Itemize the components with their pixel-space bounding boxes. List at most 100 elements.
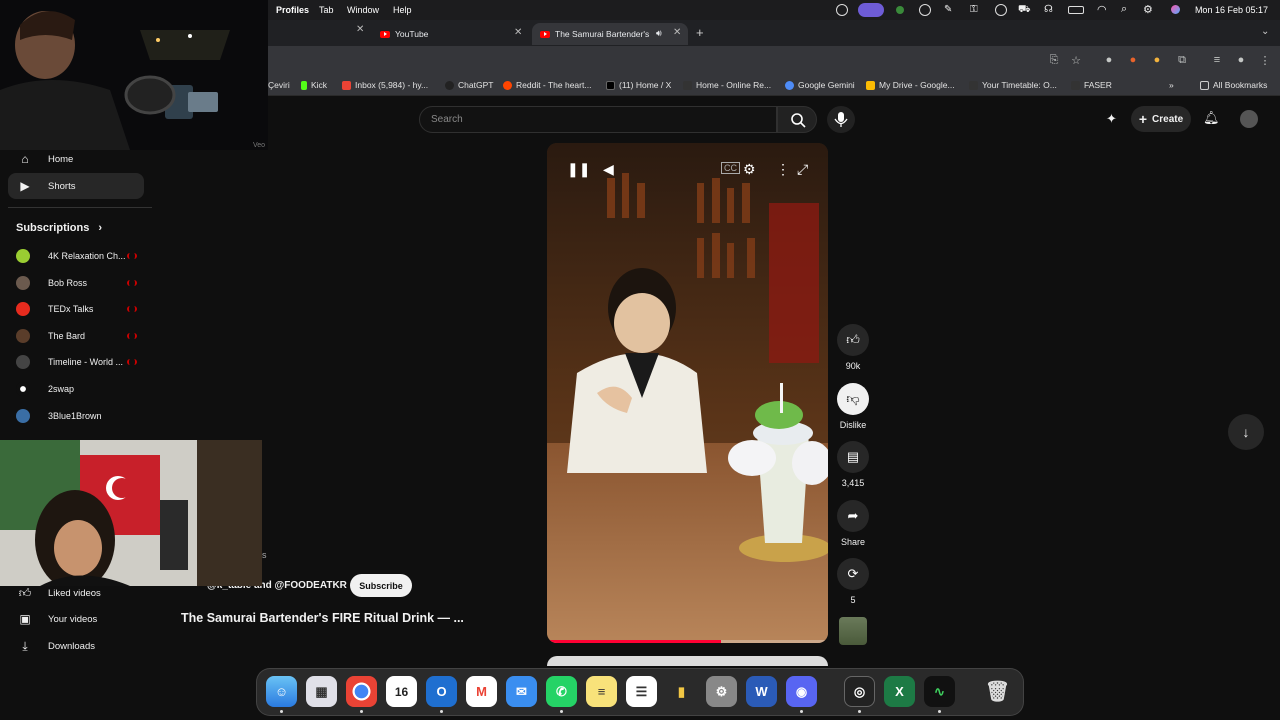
- bookmark-my-drive[interactable]: My Drive - Google...: [866, 80, 955, 90]
- word-icon[interactable]: W: [746, 676, 777, 707]
- subscription-item[interactable]: The Bard: [16, 326, 141, 346]
- bookmark-x-home[interactable]: (11) Home / X: [606, 80, 671, 90]
- tab-search-chevron-icon[interactable]: ⌄: [1261, 26, 1269, 37]
- status-dot-icon[interactable]: [896, 6, 904, 14]
- battery-icon[interactable]: [1068, 6, 1084, 14]
- gmail-icon[interactable]: M: [466, 676, 497, 707]
- bookmark-online-re[interactable]: Home - Online Re...: [683, 80, 771, 90]
- wifi-icon[interactable]: ◠: [1097, 3, 1107, 16]
- studio-icon[interactable]: ✦: [1106, 111, 1117, 127]
- short-title[interactable]: The Samurai Bartender's FIRE Ritual Drin…: [181, 611, 464, 625]
- tab-close-icon[interactable]: ✕: [673, 27, 681, 38]
- volume-icon[interactable]: ◀︎: [603, 161, 614, 178]
- numbers-icon[interactable]: ▮: [666, 676, 697, 707]
- sidebar-item-your-videos[interactable]: ▣ Your videos: [8, 606, 144, 632]
- headphones-icon[interactable]: ☊: [1044, 4, 1053, 15]
- mail-icon[interactable]: ✉: [506, 676, 537, 707]
- notifications-bell-icon[interactable]: 🔔︎: [1203, 110, 1220, 126]
- tab-close-icon[interactable]: ✕: [514, 27, 522, 38]
- new-tab-icon[interactable]: +: [696, 25, 704, 40]
- calendar-icon[interactable]: 16: [386, 676, 417, 707]
- bookmark-timetable[interactable]: Your Timetable: O...: [969, 80, 1057, 90]
- menu-tab[interactable]: Tab: [319, 5, 334, 15]
- sidebar-item-downloads[interactable]: ⤓ Downloads: [8, 633, 144, 659]
- excel-icon[interactable]: X: [884, 676, 915, 707]
- launchpad-icon[interactable]: ▦: [306, 676, 337, 707]
- sidebar-item-shorts[interactable]: ▶ Shorts: [8, 173, 144, 199]
- notes-icon[interactable]: ≡: [586, 676, 617, 707]
- status-icon-1[interactable]: [836, 4, 848, 16]
- voice-search-button[interactable]: [827, 106, 855, 133]
- extension-2-icon[interactable]: ●: [1126, 54, 1140, 66]
- status-icon-shazam[interactable]: [919, 4, 931, 16]
- tab-audio-icon[interactable]: 🔊︎: [656, 28, 662, 39]
- thumbs-up-icon[interactable]: 👍︎: [837, 324, 869, 356]
- bookmark-reddit[interactable]: Reddit - The heart...: [503, 80, 591, 90]
- sidebar-subscriptions-header[interactable]: Subscriptions ›: [16, 222, 102, 234]
- obs-icon[interactable]: ◎: [844, 676, 875, 707]
- comments-action[interactable]: ▤ 3,415: [837, 441, 869, 488]
- tab-close-icon[interactable]: ✕: [356, 24, 364, 35]
- sound-thumbnail[interactable]: [839, 617, 867, 645]
- browser-menu-icon[interactable]: ⋮: [1258, 54, 1272, 67]
- create-button[interactable]: + Create: [1131, 106, 1191, 132]
- dislike-action[interactable]: 👎︎ Dislike: [837, 383, 869, 430]
- extension-3-icon[interactable]: ●: [1150, 54, 1164, 66]
- remix-action[interactable]: ⟳ 5: [837, 558, 869, 605]
- control-center-icon[interactable]: ⚙: [1143, 3, 1153, 16]
- pause-icon[interactable]: ❚❚: [567, 161, 590, 178]
- more-options-icon[interactable]: ⋮: [776, 161, 790, 178]
- bookmark-chatgpt[interactable]: ChatGPT: [445, 80, 493, 90]
- status-active-app-icon[interactable]: [858, 3, 884, 17]
- discord-icon[interactable]: ◉: [786, 676, 817, 707]
- tab-youtube[interactable]: YouTube ✕: [372, 23, 530, 45]
- bookmark-inbox[interactable]: Inbox (5,984) - hy...: [342, 80, 428, 90]
- share-arrow-icon[interactable]: ➦: [837, 500, 869, 532]
- system-settings-icon[interactable]: ⚙: [706, 676, 737, 707]
- siri-icon[interactable]: [1171, 5, 1180, 14]
- subscribe-button[interactable]: Subscribe: [350, 574, 412, 597]
- profile-avatar-icon[interactable]: ●: [1234, 54, 1248, 66]
- tab-samurai-bartender[interactable]: The Samurai Bartender's 🔊︎ ✕: [532, 23, 688, 45]
- next-short-preview[interactable]: [547, 656, 828, 666]
- spotlight-search-icon[interactable]: ⌕: [1121, 3, 1127, 16]
- menu-profiles[interactable]: Profiles: [276, 5, 309, 15]
- thumbs-down-icon[interactable]: 👎︎: [837, 383, 869, 415]
- next-short-button[interactable]: ↓: [1228, 414, 1264, 450]
- search-input[interactable]: Search: [419, 106, 777, 133]
- media-controls-icon[interactable]: ≡: [1210, 54, 1224, 66]
- video-progress-bar[interactable]: [547, 640, 828, 643]
- bookmark-faser[interactable]: FASER: [1071, 80, 1112, 90]
- chrome-icon[interactable]: [346, 676, 377, 707]
- subscription-item[interactable]: Bob Ross: [16, 273, 141, 293]
- subscription-item[interactable]: 3Blue1Brown: [16, 406, 141, 426]
- menu-window[interactable]: Window: [347, 5, 379, 15]
- activity-monitor-icon[interactable]: ∿: [924, 676, 955, 707]
- finder-icon[interactable]: ☺: [266, 676, 297, 707]
- trash-icon[interactable]: 🗑︎: [982, 676, 1013, 707]
- menubar-clock[interactable]: Mon 16 Feb 05:17: [1195, 5, 1268, 15]
- reminders-icon[interactable]: ☰: [626, 676, 657, 707]
- search-button[interactable]: [777, 106, 817, 133]
- extensions-puzzle-icon[interactable]: ⧉: [1175, 54, 1189, 67]
- bookmarks-overflow-icon[interactable]: »: [1169, 80, 1174, 90]
- whatsapp-icon[interactable]: ✆: [546, 676, 577, 707]
- share-action[interactable]: ➦ Share: [837, 500, 869, 547]
- bookmark-star-icon[interactable]: ☆: [1069, 54, 1083, 67]
- settings-gear-icon[interactable]: ⚙: [743, 161, 756, 178]
- menu-help[interactable]: Help: [393, 5, 412, 15]
- bookmark-gemini[interactable]: Google Gemini: [785, 80, 855, 90]
- captions-icon[interactable]: CC: [721, 162, 740, 174]
- fullscreen-icon[interactable]: ⤢: [797, 161, 808, 178]
- all-bookmarks[interactable]: All Bookmarks: [1200, 80, 1267, 90]
- pen-icon[interactable]: ✎: [944, 4, 952, 15]
- subscription-item[interactable]: 4K Relaxation Ch...: [16, 246, 141, 266]
- install-app-icon[interactable]: ⎘: [1047, 54, 1061, 67]
- subscription-item[interactable]: 2swap: [16, 379, 141, 399]
- play-icon[interactable]: [995, 4, 1007, 16]
- lock-icon[interactable]: ⚿: [970, 4, 978, 15]
- remix-icon[interactable]: ⟳: [837, 558, 869, 590]
- account-avatar[interactable]: [1240, 110, 1258, 128]
- comment-icon[interactable]: ▤: [837, 441, 869, 473]
- like-action[interactable]: 👍︎ 90k: [837, 324, 869, 371]
